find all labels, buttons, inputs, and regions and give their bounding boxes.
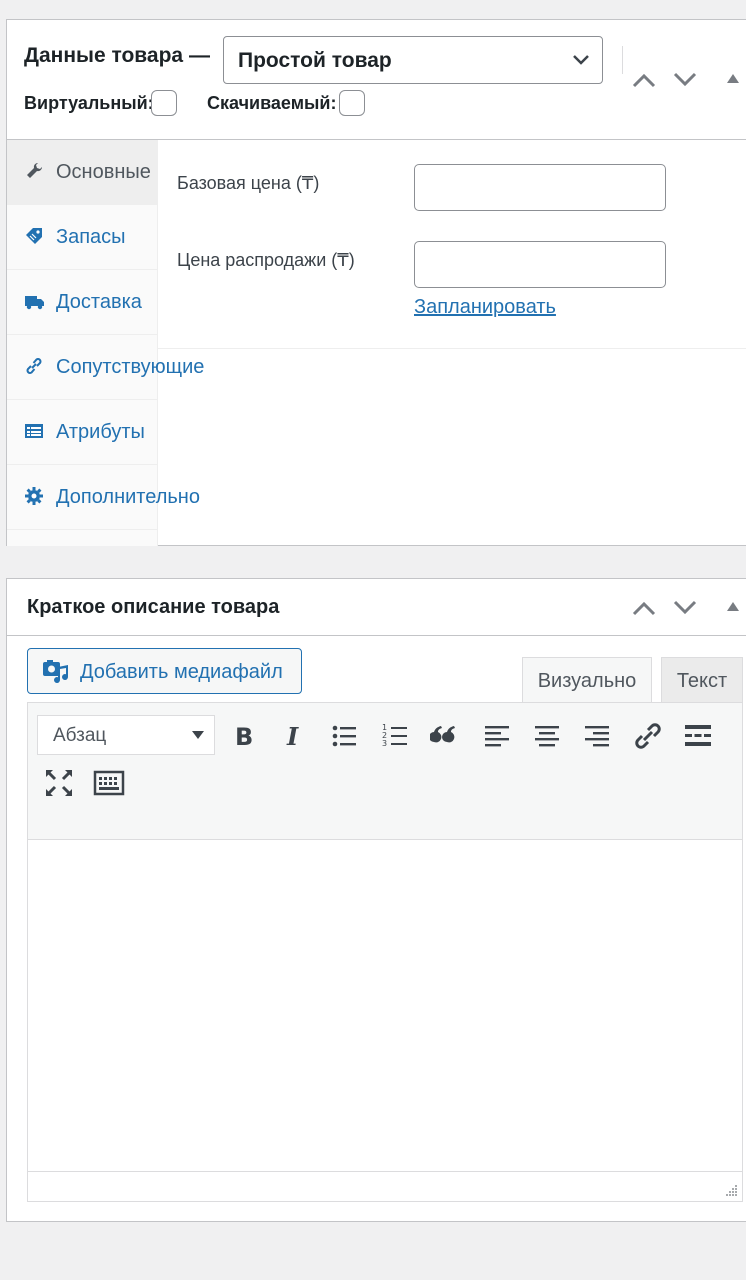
regular-price-input[interactable] xyxy=(414,164,666,211)
blockquote-icon[interactable] xyxy=(430,720,462,752)
tab-advanced-label: Дополнительно xyxy=(56,486,200,508)
editor-toolbar: Абзац B I 123 xyxy=(28,703,742,840)
format-select[interactable]: Абзац xyxy=(37,715,215,755)
tab-text[interactable]: Текст xyxy=(661,657,743,703)
tab-linked-products[interactable]: Сопутствующие xyxy=(7,335,204,400)
svg-text:3: 3 xyxy=(382,739,387,748)
sale-price-label: Цена распродажи (₸) xyxy=(177,250,355,270)
product-data-title: Данные товара — xyxy=(24,44,210,67)
product-data-panel: Данные товара — Простой товар Виртуальны… xyxy=(6,19,746,546)
move-up-icon[interactable] xyxy=(631,72,657,88)
schedule-link[interactable]: Запланировать xyxy=(414,296,556,319)
short-description-panel: Краткое описание товара Добавить медиафа… xyxy=(6,578,746,1222)
sale-price-input[interactable] xyxy=(414,241,666,288)
caret-down-icon xyxy=(192,731,204,739)
product-data-tabs: Основные Запасы Доставка Сопутствующие А… xyxy=(7,140,204,546)
tab-inventory-label: Запасы xyxy=(56,226,126,248)
truck-icon xyxy=(25,296,44,310)
fields-divider xyxy=(158,348,746,349)
toolbar-toggle-icon[interactable] xyxy=(93,767,125,799)
short-description-title: Краткое описание товара xyxy=(27,596,280,618)
product-type-select[interactable]: Простой товар xyxy=(223,36,603,84)
tab-shipping-label: Доставка xyxy=(56,291,142,313)
editor-area: Абзац B I 123 xyxy=(27,702,743,1202)
tab-attributes-label: Атрибуты xyxy=(56,421,145,443)
move-down-icon[interactable] xyxy=(672,600,698,616)
insert-link-icon[interactable] xyxy=(632,720,664,752)
list-icon xyxy=(25,424,43,438)
add-media-label: Добавить медиафайл xyxy=(80,661,283,683)
align-center-icon[interactable] xyxy=(531,720,563,752)
tab-general-label: Основные xyxy=(56,161,151,183)
tab-linked-products-label: Сопутствующие xyxy=(56,356,205,378)
tab-visual[interactable]: Визуально xyxy=(522,657,652,704)
move-down-icon[interactable] xyxy=(672,72,698,88)
product-type-value: Простой товар xyxy=(238,49,392,72)
svg-text:B: B xyxy=(235,723,253,751)
read-more-icon[interactable] xyxy=(682,720,714,752)
virtual-label: Виртуальный: xyxy=(24,93,154,113)
numbered-list-icon[interactable]: 123 xyxy=(380,720,412,752)
tab-inventory[interactable]: Запасы xyxy=(7,205,157,270)
downloadable-label: Скачиваемый: xyxy=(207,93,337,113)
svg-text:I: I xyxy=(286,722,299,751)
resize-grip-icon[interactable] xyxy=(724,1183,738,1197)
fullscreen-icon[interactable] xyxy=(43,767,75,799)
tab-shipping[interactable]: Доставка xyxy=(7,270,157,335)
tab-attributes[interactable]: Атрибуты xyxy=(7,400,157,465)
bullet-list-icon[interactable] xyxy=(329,720,361,752)
chevron-down-icon xyxy=(573,55,589,65)
regular-price-label: Базовая цена (₸) xyxy=(177,173,320,193)
wrench-icon xyxy=(27,162,43,178)
tab-text-label: Текст xyxy=(676,670,728,692)
tab-visual-label: Визуально xyxy=(537,670,637,692)
format-select-value: Абзац xyxy=(53,725,107,746)
collapse-toggle-icon[interactable] xyxy=(725,72,741,84)
media-icon xyxy=(43,660,69,684)
virtual-checkbox[interactable] xyxy=(151,90,177,116)
gear-icon xyxy=(25,487,43,505)
italic-icon[interactable]: I xyxy=(278,720,310,752)
align-left-icon[interactable] xyxy=(481,720,513,752)
move-up-icon[interactable] xyxy=(631,600,657,616)
tab-general[interactable]: Основные xyxy=(7,140,157,205)
tab-advanced[interactable]: Дополнительно xyxy=(7,465,200,530)
align-right-icon[interactable] xyxy=(581,720,613,752)
collapse-toggle-icon[interactable] xyxy=(725,600,741,612)
editor-statusbar xyxy=(28,1171,742,1201)
header-separator xyxy=(622,46,623,74)
add-media-button[interactable]: Добавить медиафайл xyxy=(27,648,302,694)
link-icon xyxy=(26,358,42,374)
downloadable-checkbox[interactable] xyxy=(339,90,365,116)
tag-icon xyxy=(26,228,42,244)
bold-icon[interactable]: B xyxy=(228,720,260,752)
header-divider xyxy=(7,635,746,636)
